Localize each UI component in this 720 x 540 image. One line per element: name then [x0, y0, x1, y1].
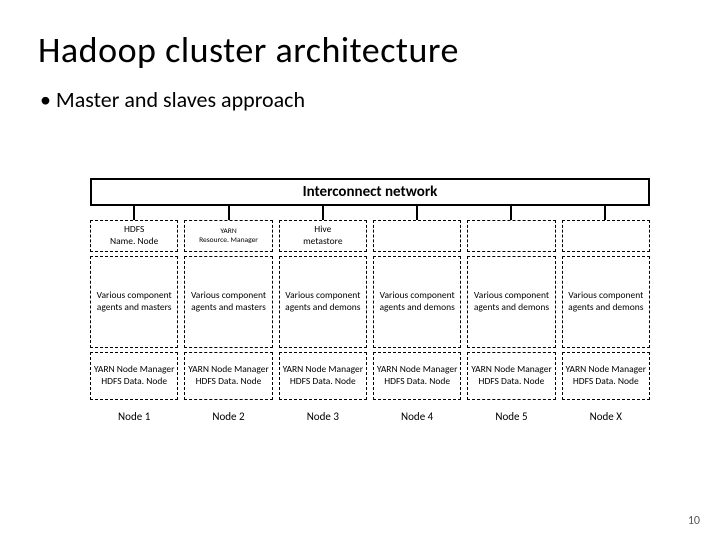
foot-line: HDFS Data. Node: [93, 376, 175, 388]
head-line: metastore: [282, 236, 364, 248]
head-line: YARN: [187, 227, 269, 236]
node-column: Various component agents and demons YARN…: [373, 220, 461, 400]
foot-line: HDFS Data. Node: [282, 376, 364, 388]
head-box-empty: [562, 220, 650, 252]
node-label: Node 4: [373, 410, 461, 423]
node-column: Hive metastore Various component agents …: [279, 220, 367, 400]
foot-box: YARN Node Manager HDFS Data. Node: [184, 352, 272, 400]
head-box-yarn-rm: YARN Resource. Manager: [184, 220, 272, 252]
architecture-diagram: Interconnect network HDFS Name. Node Var…: [90, 178, 650, 423]
head-line: Resource. Manager: [187, 236, 269, 245]
head-line: Name. Node: [93, 236, 175, 248]
node-label: Node 2: [184, 410, 272, 423]
node-labels-row: Node 1 Node 2 Node 3 Node 4 Node 5 Node …: [90, 410, 650, 423]
node-column: Various component agents and demons YARN…: [562, 220, 650, 400]
foot-box: YARN Node Manager HDFS Data. Node: [279, 352, 367, 400]
foot-line: HDFS Data. Node: [187, 376, 269, 388]
node-label: Node 5: [467, 410, 555, 423]
foot-box: YARN Node Manager HDFS Data. Node: [90, 352, 178, 400]
mid-box: Various component agents and masters: [184, 256, 272, 348]
mid-box: Various component agents and masters: [90, 256, 178, 348]
mid-box: Various component agents and demons: [467, 256, 555, 348]
node-label: Node X: [562, 410, 650, 423]
node-columns: HDFS Name. Node Various component agents…: [90, 220, 650, 400]
foot-line: HDFS Data. Node: [376, 376, 458, 388]
mid-box: Various component agents and demons: [373, 256, 461, 348]
foot-box: YARN Node Manager HDFS Data. Node: [373, 352, 461, 400]
node-label: Node 1: [90, 410, 178, 423]
head-box-empty: [373, 220, 461, 252]
foot-line: HDFS Data. Node: [565, 376, 647, 388]
mid-box: Various component agents and demons: [279, 256, 367, 348]
foot-box: YARN Node Manager HDFS Data. Node: [562, 352, 650, 400]
bullet-master-slaves: • Master and slaves approach: [0, 72, 720, 113]
mid-box: Various component agents and demons: [562, 256, 650, 348]
node-label: Node 3: [279, 410, 367, 423]
head-box-hive-metastore: Hive metastore: [279, 220, 367, 252]
node-column: Various component agents and demons YARN…: [467, 220, 555, 400]
interconnect-network-box: Interconnect network: [90, 178, 650, 206]
foot-line: HDFS Data. Node: [470, 376, 552, 388]
slide-title: Hadoop cluster architecture: [0, 0, 720, 72]
network-connectors: [90, 206, 650, 220]
node-column: YARN Resource. Manager Various component…: [184, 220, 272, 400]
head-box-empty: [467, 220, 555, 252]
page-number: 10: [688, 514, 700, 528]
head-box-hdfs-namenode: HDFS Name. Node: [90, 220, 178, 252]
foot-box: YARN Node Manager HDFS Data. Node: [467, 352, 555, 400]
node-column: HDFS Name. Node Various component agents…: [90, 220, 178, 400]
